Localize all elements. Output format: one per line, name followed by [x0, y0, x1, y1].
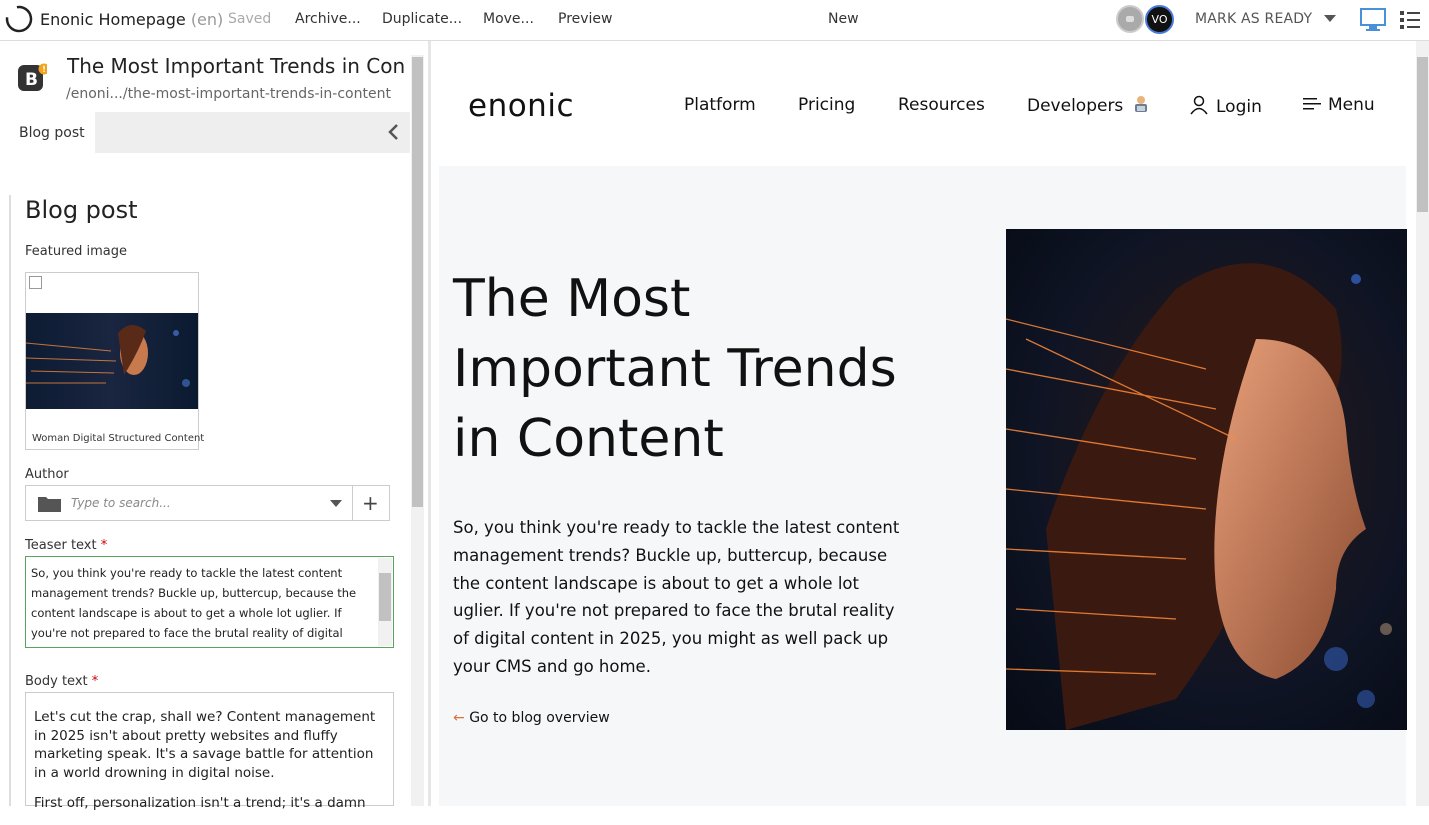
teaser-scrollbar-thumb[interactable] [379, 573, 391, 621]
nav-developers-label: Developers [1027, 96, 1124, 116]
app-title-language: (en) [190, 10, 224, 29]
author-selector-divider [352, 486, 353, 520]
chevron-down-icon[interactable] [1324, 15, 1336, 22]
nav-developers[interactable]: Developers [1027, 95, 1149, 116]
chevron-down-icon[interactable] [330, 500, 342, 507]
nav-menu[interactable]: Menu [1303, 95, 1375, 115]
top-toolbar: Enonic Homepage (en) Saved Archive... Du… [0, 0, 1429, 41]
blog-post-icon: B [18, 63, 47, 91]
nav-platform[interactable]: Platform [684, 95, 756, 115]
featured-image-thumbnail[interactable] [26, 313, 198, 409]
body-text-label-text: Body text [25, 674, 88, 689]
nav-login[interactable]: Login [1189, 95, 1262, 117]
add-author-button[interactable]: + [362, 491, 379, 515]
content-display-name[interactable]: The Most Important Trends in Con... [67, 54, 407, 78]
body-paragraph[interactable]: First off, personalization isn't a trend… [34, 794, 384, 813]
user-avatar[interactable]: VO [1145, 5, 1174, 34]
saved-button[interactable]: Saved [228, 11, 271, 27]
hamburger-icon [1303, 98, 1321, 110]
mark-as-ready-button[interactable]: MARK AS READY [1195, 11, 1312, 27]
collaborator-avatar [1116, 5, 1144, 33]
featured-image-checkbox[interactable] [29, 276, 42, 289]
duplicate-button[interactable]: Duplicate... [382, 11, 462, 27]
nav-resources[interactable]: Resources [898, 95, 985, 115]
developer-icon [1134, 96, 1147, 112]
preview-button[interactable]: Preview [558, 11, 613, 27]
chevron-left-icon[interactable] [386, 123, 400, 141]
monitor-icon[interactable] [1359, 7, 1387, 33]
teaser-text-label: Teaser text * [25, 538, 107, 553]
app-title: Enonic Homepage (en) [40, 10, 223, 29]
featured-image-label: Featured image [25, 244, 128, 259]
arrow-left-icon: ← [453, 710, 465, 726]
content-status: New [828, 11, 859, 27]
move-button[interactable]: Move... [483, 11, 534, 27]
required-marker: * [100, 538, 108, 553]
form-scrollbar-thumb[interactable] [412, 57, 423, 507]
preview-scrollbar-thumb[interactable] [1417, 57, 1428, 212]
form-section-rule [9, 195, 11, 806]
hero-image [1006, 229, 1407, 730]
hero-lead: So, you think you're ready to tackle the… [453, 518, 900, 676]
svg-text:B: B [25, 70, 38, 90]
site-logo[interactable]: enonic [468, 88, 574, 124]
tab-blog-post-label: Blog post [19, 125, 85, 141]
app-title-text: Enonic Homepage [40, 10, 186, 29]
enonic-app-icon[interactable] [4, 4, 34, 34]
nav-pricing[interactable]: Pricing [798, 95, 855, 115]
teaser-text-label-text: Teaser text [25, 538, 97, 553]
nav-login-label: Login [1216, 97, 1262, 117]
body-text-content[interactable]: Let's cut the crap, shall we? Content ma… [34, 708, 384, 825]
author-label: Author [25, 467, 69, 482]
body-paragraph[interactable]: Let's cut the crap, shall we? Content ma… [34, 708, 384, 782]
author-search-input[interactable]: Type to search... [71, 496, 171, 510]
featured-image-caption: Woman Digital Structured Content [32, 433, 205, 444]
user-icon [1190, 95, 1208, 115]
back-to-blog-link[interactable]: ← Go to blog overview [453, 710, 610, 726]
content-path[interactable]: /enoni.../the-most-important-trends-in-c… [66, 86, 391, 102]
list-view-icon[interactable] [1398, 8, 1422, 32]
back-to-blog-label: Go to blog overview [469, 710, 610, 726]
teaser-textarea-value[interactable]: So, you think you're ready to tackle the… [31, 563, 371, 643]
archive-button[interactable]: Archive... [295, 11, 361, 27]
form-heading: Blog post [25, 196, 138, 224]
folder-icon [38, 497, 61, 512]
body-text-label: Body text * [25, 674, 98, 689]
nav-menu-label: Menu [1328, 95, 1375, 115]
required-marker: * [91, 674, 99, 689]
hero-title: The Most Important Trends in Content [453, 269, 897, 469]
